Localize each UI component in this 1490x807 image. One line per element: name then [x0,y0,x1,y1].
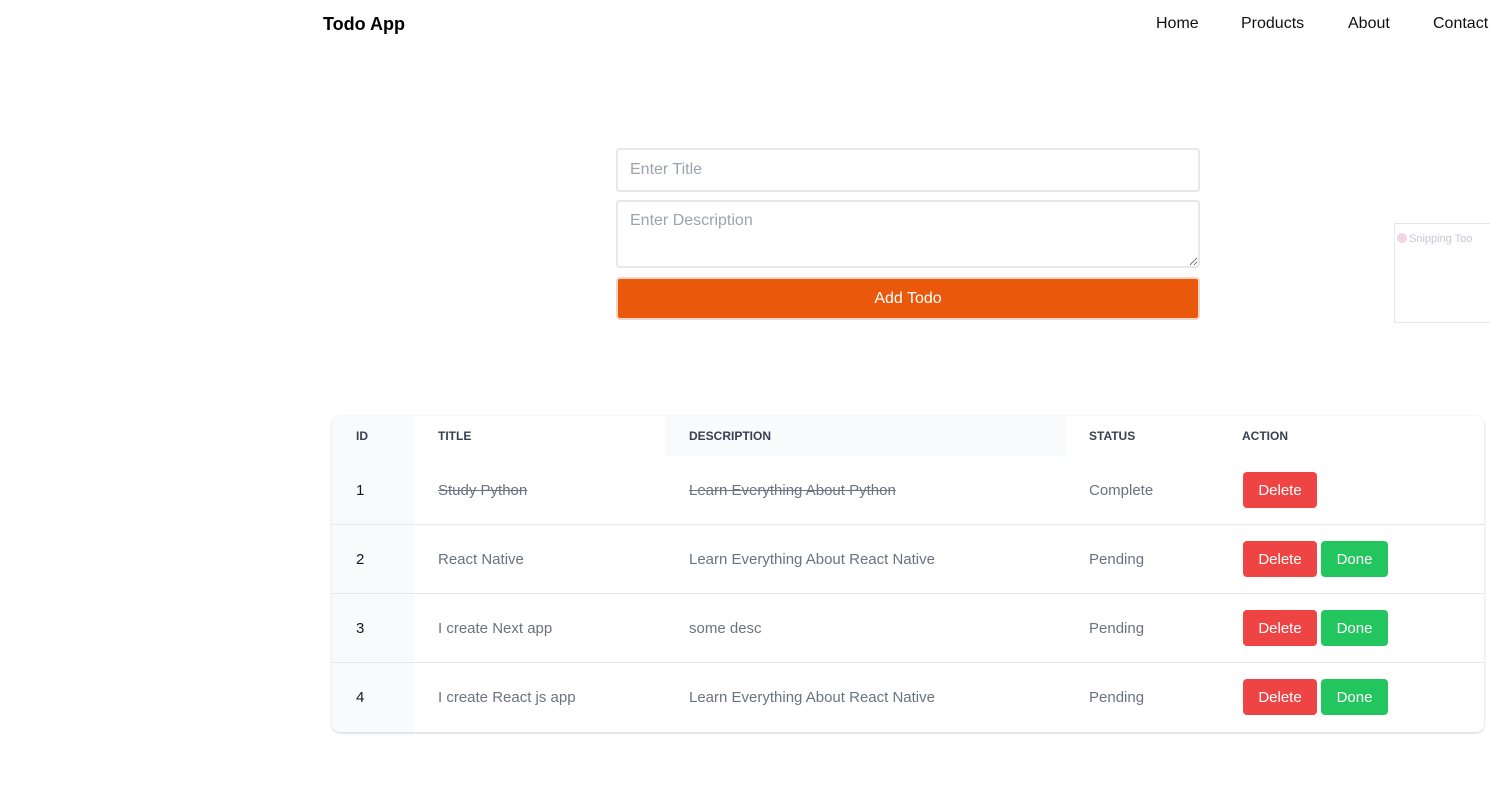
row-title: Study Python [438,482,528,499]
snipping-tool-label: Snipping Too [1409,233,1473,245]
nav-link-home[interactable]: Home [1156,15,1199,33]
row-id: 2 [356,551,365,568]
delete-button[interactable]: Delete [1243,610,1317,646]
column-header-status: STATUS [1089,429,1136,443]
row-status: Pending [1089,551,1145,568]
row-title: I create Next app [438,620,553,637]
navbar: Todo App Home Products About Contact [0,0,1490,50]
snipping-tool-panel: Snipping Too [1394,223,1490,323]
delete-button[interactable]: Delete [1243,679,1317,715]
row-description: some desc [689,620,762,637]
column-header-action: ACTION [1242,429,1288,443]
done-button[interactable]: Done [1321,610,1388,646]
delete-button[interactable]: Delete [1243,541,1317,577]
add-todo-button[interactable]: Add Todo [616,277,1200,320]
description-input[interactable] [616,200,1200,268]
nav-link-about[interactable]: About [1348,15,1390,33]
row-status: Complete [1089,482,1154,499]
row-id: 3 [356,620,365,637]
snipping-tool-icon [1397,233,1407,243]
row-id: 1 [356,482,365,499]
table-row: 3 I create Next app some desc Pending De… [332,594,1484,663]
row-title: I create React js app [438,689,576,706]
column-header-id: ID [356,429,368,443]
row-id: 4 [356,689,365,706]
table-row: 4 I create React js app Learn Everything… [332,663,1484,732]
table-row: 1 Study Python Learn Everything About Py… [332,456,1484,525]
row-description: Learn Everything About Python [689,482,896,499]
done-button[interactable]: Done [1321,679,1388,715]
row-status: Pending [1089,620,1145,637]
todo-table: ID TITLE DESCRIPTION STATUS ACTION 1 Stu… [332,416,1484,732]
row-description: Learn Everything About React Native [689,551,935,568]
brand-logo[interactable]: Todo App [323,14,405,35]
row-title: React Native [438,551,524,568]
done-button[interactable]: Done [1321,541,1388,577]
delete-button[interactable]: Delete [1243,472,1317,508]
nav-link-products[interactable]: Products [1241,15,1304,33]
row-description: Learn Everything About React Native [689,689,935,706]
column-header-title: TITLE [438,429,472,443]
row-status: Pending [1089,689,1145,706]
title-input[interactable] [616,148,1200,192]
todo-form: Add Todo [616,148,1200,320]
column-header-description: DESCRIPTION [689,429,772,443]
table-row: 2 React Native Learn Everything About Re… [332,525,1484,594]
nav-link-contact[interactable]: Contact [1433,15,1488,33]
